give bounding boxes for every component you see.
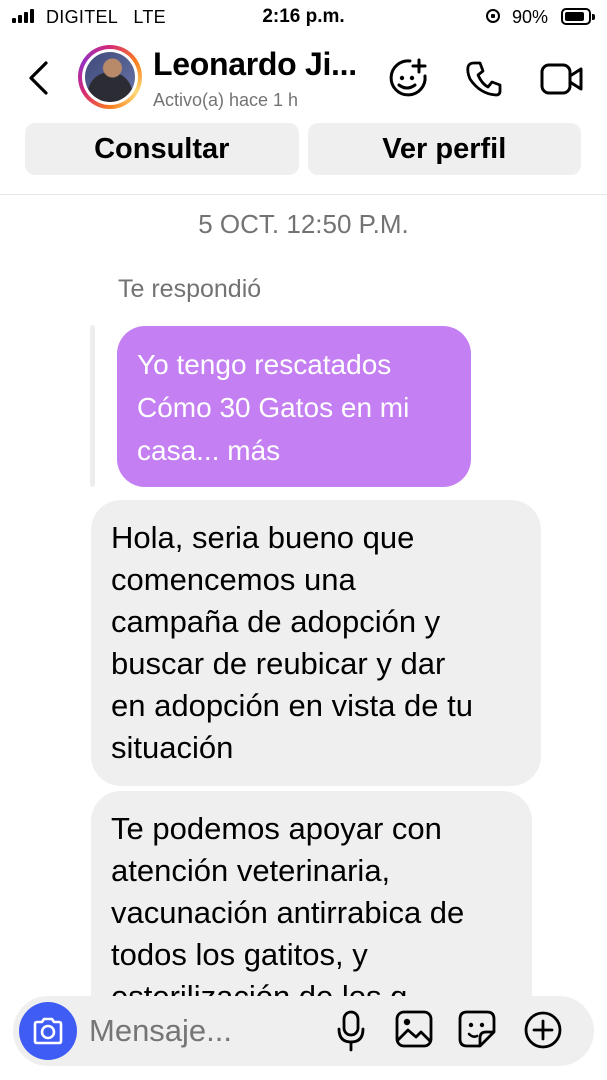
- add-icon[interactable]: [523, 1010, 563, 1050]
- message-line: Cómo 30 Gatos en mi: [137, 392, 410, 423]
- gallery-icon[interactable]: [395, 1010, 433, 1048]
- contact-name[interactable]: Leonardo Ji...: [153, 46, 357, 83]
- battery-icon: [561, 8, 595, 25]
- orientation-lock-icon: [486, 9, 500, 23]
- message-line: situación: [111, 730, 234, 765]
- reply-label: Te respondió: [118, 275, 262, 303]
- message-line: comencemos una: [111, 562, 356, 597]
- camera-icon: [33, 1017, 63, 1045]
- camera-button[interactable]: [19, 1002, 77, 1060]
- message-line: casa... más: [137, 435, 281, 466]
- message-line: Te podemos apoyar con: [111, 811, 442, 846]
- chat-header: Leonardo Ji... Activo(a) hace 1 h: [0, 36, 607, 122]
- view-profile-button[interactable]: Ver perfil: [307, 123, 581, 175]
- message-line: atención veterinaria,: [111, 853, 391, 888]
- avatar-effects-icon[interactable]: [386, 56, 430, 100]
- message-line: buscar de reubicar y dar: [111, 646, 446, 681]
- consult-button[interactable]: Consultar: [25, 123, 299, 175]
- battery-percentage: 90%: [512, 7, 549, 27]
- back-chevron-icon[interactable]: [26, 58, 52, 98]
- contact-status: Activo(a) hace 1 h: [153, 90, 299, 110]
- phone-icon[interactable]: [465, 60, 503, 98]
- message-input[interactable]: [89, 1006, 319, 1056]
- status-bar: DIGITEL LTE 2:16 p.m. 90%: [0, 0, 607, 36]
- quoted-message[interactable]: Yo tengo rescatados Cómo 30 Gatos en mi …: [117, 326, 471, 487]
- header-divider: [0, 194, 607, 195]
- message-line: en adopción en vista de tu: [111, 688, 473, 723]
- message-composer: [13, 996, 594, 1066]
- avatar[interactable]: [78, 45, 142, 109]
- reply-indicator-bar: [90, 325, 95, 487]
- date-separator: 5 OCT. 12:50 P.M.: [198, 209, 409, 239]
- microphone-icon[interactable]: [337, 1010, 365, 1052]
- message-line: vacunación antirrabica de: [111, 895, 465, 930]
- video-camera-icon[interactable]: [540, 62, 584, 96]
- message-line: Yo tengo rescatados: [137, 349, 392, 380]
- message-line: campaña de adopción y: [111, 604, 441, 639]
- received-message[interactable]: Hola, seria bueno que comencemos una cam…: [91, 500, 541, 786]
- profile-actions: Consultar Ver perfil: [25, 123, 581, 175]
- message-line: todos los gatitos, y: [111, 937, 368, 972]
- avatar-photo: [85, 52, 135, 102]
- sticker-icon[interactable]: [458, 1010, 496, 1048]
- message-line: Hola, seria bueno que: [111, 520, 415, 555]
